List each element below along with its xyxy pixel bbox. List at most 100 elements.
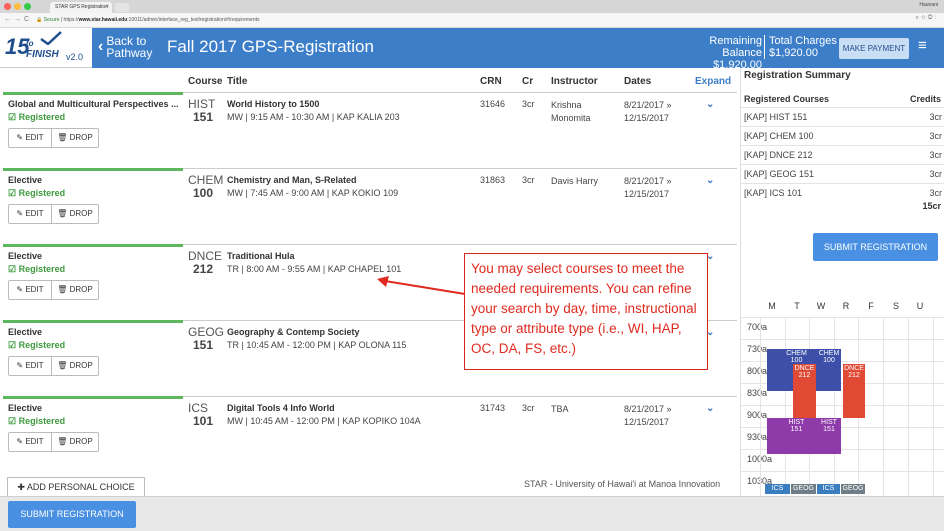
col-dates: Dates bbox=[624, 76, 652, 87]
course-subject: HIST bbox=[188, 97, 216, 111]
close-tab-icon[interactable]: × bbox=[105, 2, 109, 13]
secure-label: Secure bbox=[43, 17, 60, 23]
check-square-icon: ☑ bbox=[8, 416, 17, 426]
edit-button[interactable]: ✎ EDIT bbox=[8, 128, 52, 148]
calendar-course-block[interactable]: HIST 151 bbox=[817, 418, 841, 454]
course-instructor: Davis Harry bbox=[551, 175, 598, 188]
window-controls[interactable] bbox=[4, 3, 31, 10]
course-title: Digital Tools 4 Info World bbox=[227, 403, 335, 413]
edit-button[interactable]: ✎ EDIT bbox=[8, 356, 52, 376]
submit-registration-button-side[interactable]: SUBMIT REGISTRATION bbox=[813, 233, 938, 261]
calendar-course-block[interactable]: DNCE 212 bbox=[843, 364, 865, 418]
course-subject: DNCE bbox=[188, 249, 223, 263]
browser-user[interactable]: Haunani bbox=[919, 2, 938, 8]
add-personal-choice-button[interactable]: ✚ ADD PERSONAL CHOICE bbox=[7, 477, 145, 497]
hamburger-menu-icon[interactable]: ≡ bbox=[918, 38, 932, 53]
date-start: 8/21/2017 bbox=[624, 100, 665, 110]
col-cr: Cr bbox=[522, 76, 534, 87]
check-square-icon: ☑ bbox=[8, 264, 17, 274]
chevron-down-icon[interactable]: ⌄ bbox=[706, 175, 714, 186]
course-schedule: MW | 10:45 AM - 12:00 PM | KAP KOPIKO 10… bbox=[227, 416, 421, 426]
close-window-icon[interactable] bbox=[4, 3, 11, 10]
drop-label: DROP bbox=[69, 437, 93, 446]
course-dates: 8/21/2017 » 12/15/2017 bbox=[624, 404, 672, 427]
edit-button[interactable]: ✎ EDIT bbox=[8, 432, 52, 452]
page-title: Fall 2017 GPS-Registration bbox=[167, 37, 374, 56]
course-number: 101 bbox=[193, 414, 214, 428]
chevron-down-icon[interactable]: ⌄ bbox=[706, 99, 714, 110]
logo-check-icon bbox=[40, 31, 62, 45]
pencil-icon: ✎ bbox=[16, 133, 24, 142]
logo-version: v2.0 bbox=[66, 52, 84, 62]
calendar-course-block[interactable]: ICS bbox=[765, 484, 790, 494]
trash-icon: 🗑 bbox=[57, 361, 68, 370]
calendar-course-block[interactable]: DNCE 212 bbox=[793, 364, 816, 418]
course-dates: 8/21/2017 » 12/15/2017 bbox=[624, 176, 672, 199]
chevron-down-icon[interactable]: ⌄ bbox=[706, 403, 714, 414]
summary-course: [KAP] CHEM 100 bbox=[744, 131, 814, 141]
block-number: 100 bbox=[823, 357, 835, 364]
make-payment-button[interactable]: MAKE PAYMENT bbox=[839, 38, 909, 59]
calendar-row: 700a bbox=[741, 317, 944, 339]
course-schedule: TR | 10:45 AM - 12:00 PM | KAP OLONA 115 bbox=[227, 340, 407, 350]
check-square-icon: ☑ bbox=[8, 112, 17, 122]
course-title: Geography & Contemp Society bbox=[227, 327, 360, 337]
block-number: 151 bbox=[790, 426, 803, 433]
url-field[interactable]: 🔒 Secure | https://www.star.hawaii.edu:1… bbox=[36, 15, 260, 26]
drop-button[interactable]: 🗑 DROP bbox=[52, 204, 99, 224]
calendar-day-header: F bbox=[868, 301, 874, 311]
summary-row: [KAP] CHEM 100 3cr bbox=[741, 126, 944, 145]
calendar-course-block[interactable]: GEOG bbox=[841, 484, 865, 494]
browser-nav-icons[interactable]: ←→C bbox=[4, 16, 32, 23]
course-row: Elective ☑ Registered ✎ EDIT 🗑 DROP CHEM 100 C… bbox=[3, 168, 737, 240]
extension-icons[interactable]: ⌕☆◎⋮ bbox=[915, 15, 938, 22]
block-subject: CHEM bbox=[786, 350, 807, 357]
maximize-window-icon[interactable] bbox=[24, 3, 31, 10]
trash-icon: 🗑 bbox=[57, 437, 68, 446]
pencil-icon: ✎ bbox=[16, 285, 24, 294]
drop-button[interactable]: 🗑 DROP bbox=[52, 432, 99, 452]
calendar-day-header: R bbox=[842, 301, 850, 311]
calendar-course-block[interactable]: GEOG bbox=[791, 484, 816, 494]
summary-credits: 3cr bbox=[929, 112, 942, 122]
drop-label: DROP bbox=[69, 361, 93, 370]
block-subject: HIST bbox=[821, 419, 837, 426]
drop-label: DROP bbox=[69, 209, 93, 218]
calendar-time: 730a bbox=[747, 344, 768, 354]
browser-tab[interactable]: STAR GPS Registration × bbox=[50, 2, 112, 13]
app-logo[interactable]: 15 to FINISH v2.0 bbox=[0, 28, 92, 68]
edit-button[interactable]: ✎ EDIT bbox=[8, 280, 52, 300]
callout-arrow-icon bbox=[377, 276, 466, 295]
block-subject: CHEM bbox=[818, 350, 840, 357]
course-subject: GEOG bbox=[188, 325, 225, 339]
drop-button[interactable]: 🗑 DROP bbox=[52, 128, 99, 148]
logo-finish: FINISH bbox=[26, 49, 59, 60]
balance-label: Remaining Balance bbox=[709, 35, 762, 59]
app-header: 15 to FINISH v2.0 ‹ Back to Pathway Fall … bbox=[0, 28, 944, 71]
edit-button[interactable]: ✎ EDIT bbox=[8, 204, 52, 224]
summary-credits: 3cr bbox=[929, 131, 942, 141]
requirement-category: Elective bbox=[8, 403, 43, 413]
back-to-pathway-button[interactable]: ‹ Back to Pathway bbox=[98, 35, 152, 59]
instruction-callout: You may select courses to meet the neede… bbox=[464, 253, 708, 370]
new-tab-button[interactable] bbox=[115, 3, 129, 12]
calendar-course-block[interactable]: CHEM 100 bbox=[817, 349, 841, 391]
block-subject: GEOG bbox=[792, 485, 814, 492]
calendar-day-header: M bbox=[768, 301, 776, 311]
date-start: 8/21/2017 bbox=[624, 404, 665, 414]
submit-registration-button[interactable]: SUBMIT REGISTRATION bbox=[8, 501, 136, 528]
logo-to: to bbox=[26, 39, 34, 48]
course-title: Traditional Hula bbox=[227, 251, 295, 261]
course-subject: ICS bbox=[188, 401, 209, 415]
drop-button[interactable]: 🗑 DROP bbox=[52, 280, 99, 300]
block-number: 151 bbox=[823, 426, 835, 433]
block-number: 212 bbox=[848, 372, 860, 379]
chevron-left-icon: ‹ bbox=[98, 38, 104, 55]
remaining-balance: Remaining Balance $1,920.00 bbox=[680, 35, 762, 71]
instructor-line1: Davis Harry bbox=[551, 176, 599, 186]
calendar-time: 800a bbox=[747, 366, 768, 376]
expand-all-link[interactable]: Expand bbox=[695, 76, 731, 87]
calendar-course-block[interactable]: ICS bbox=[817, 484, 840, 494]
minimize-window-icon[interactable] bbox=[14, 3, 21, 10]
drop-button[interactable]: 🗑 DROP bbox=[52, 356, 99, 376]
